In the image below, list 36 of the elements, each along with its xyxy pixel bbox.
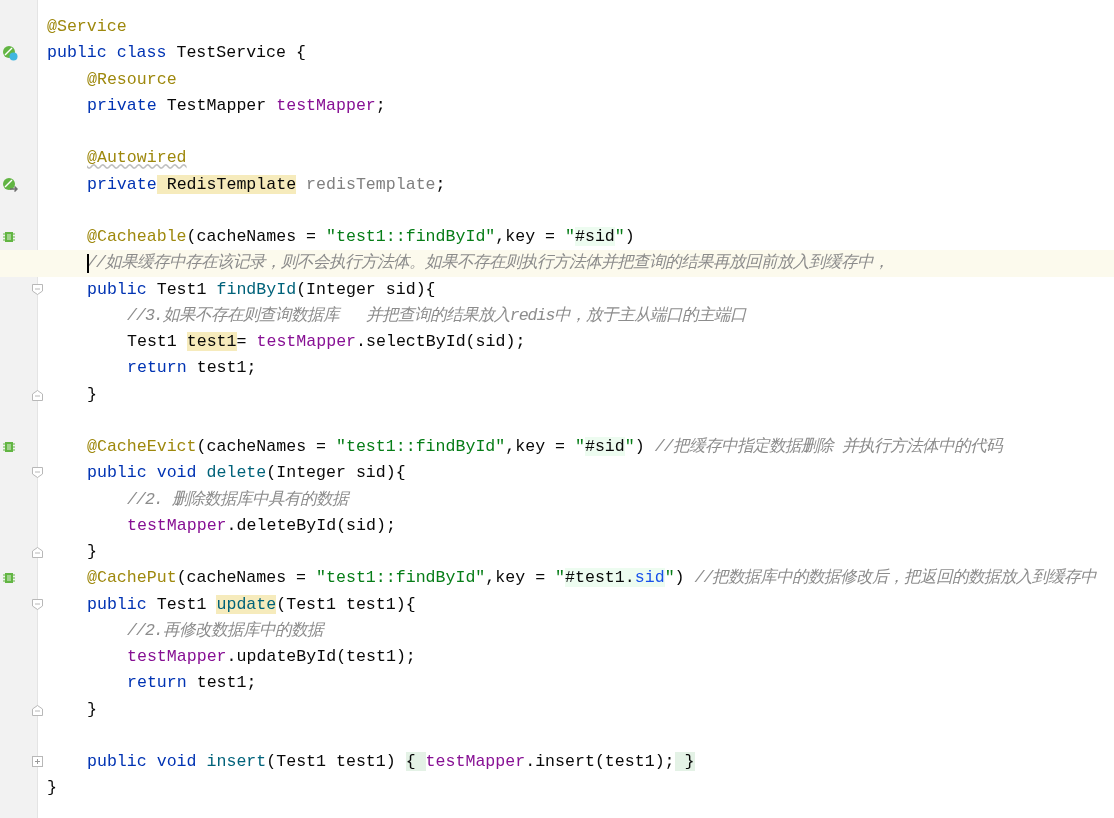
bean-class-icon[interactable] — [2, 45, 18, 62]
code-line: return test1; — [127, 357, 257, 380]
code-line: public Test1 findById(Integer sid){ — [87, 278, 436, 301]
code-line: } — [87, 541, 97, 563]
code-line: @CachePut(cacheNames = "test1::findById",key = "#test1.sid") //把数据库中的数据修改后，把返回的数据放入到缓存中 — [87, 567, 1097, 590]
code-line: testMapper.updateById(test1); — [127, 646, 416, 668]
code-line: } — [47, 777, 57, 800]
code-line: Test1 test1= testMapper.selectById(sid); — [127, 331, 526, 353]
code-line: private RedisTemplate redisTemplate; — [87, 173, 446, 196]
code-line: testMapper.deleteById(sid); — [127, 514, 396, 537]
code-line: public void delete(Integer sid){ — [87, 462, 406, 485]
fold-end-icon[interactable] — [31, 546, 44, 559]
fold-end-icon[interactable] — [31, 703, 44, 717]
cache-icon[interactable] — [2, 571, 16, 586]
fold-end-icon[interactable] — [31, 388, 44, 402]
code-line: @Resource — [87, 68, 177, 91]
code-line: @Autowired — [87, 147, 187, 170]
code-line: public void insert(Test1 test1) { testMapper.insert(test1); } — [87, 751, 695, 773]
code-line: return test1; — [127, 672, 257, 695]
fold-icon[interactable] — [31, 282, 44, 296]
code-line: } — [87, 383, 97, 406]
code-line: private TestMapper testMapper; — [87, 94, 386, 117]
code-comment: //2. 删除数据库中具有的数据 — [127, 488, 348, 511]
cache-icon[interactable] — [2, 440, 16, 454]
code-line: public class TestService { — [47, 42, 306, 65]
expand-icon[interactable] — [32, 756, 43, 767]
code-line: @CacheEvict(cacheNames = "test1::findById",key = "#sid") //把缓存中指定数据删除 并执行方法体中的代码 — [87, 436, 1002, 458]
cache-icon[interactable] — [2, 230, 16, 244]
code-line: @Service — [47, 16, 127, 38]
code-comment: //2.再修改数据库中的数据 — [127, 619, 323, 642]
code-line: @Cacheable(cacheNames = "test1::findById",key = "#sid") — [87, 226, 635, 248]
fold-icon[interactable] — [31, 466, 44, 480]
code-line: } — [87, 698, 97, 721]
code-comment: //3.如果不存在则查询数据库 并把查询的结果放入redis中，放于主从端口的主端口 — [127, 304, 747, 327]
code-line: public Test1 update(Test1 test1){ — [87, 593, 416, 616]
fold-icon[interactable] — [31, 597, 44, 611]
